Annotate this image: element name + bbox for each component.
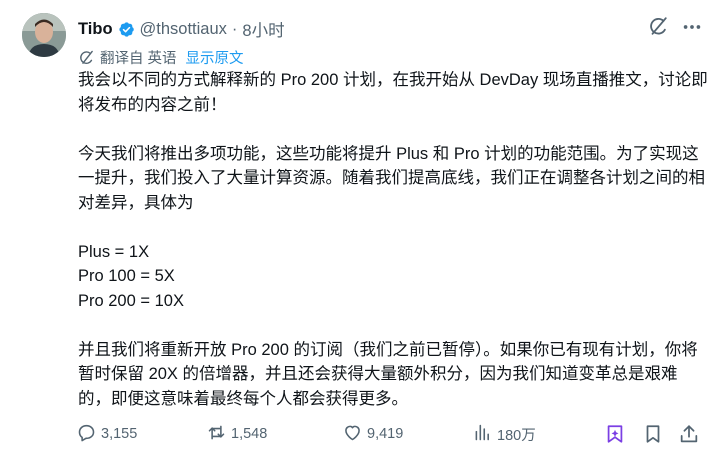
like-button[interactable]: 9,419 — [342, 421, 403, 447]
separator-dot: · — [231, 19, 238, 38]
translated-from-label: 翻译自 英语 — [100, 51, 177, 67]
list-item-plus: Plus = 1X — [78, 242, 150, 261]
list-item-pro-200: Pro 200 = 10X — [78, 291, 184, 310]
reply-count: 3,155 — [101, 426, 138, 442]
tweet-header: Tibo @thsottiaux · 8小时 — [78, 17, 285, 41]
translate-icon — [78, 49, 95, 66]
post-time[interactable]: 8小时 — [242, 17, 284, 41]
like-count: 9,419 — [367, 426, 404, 442]
repost-button[interactable]: 1,548 — [206, 421, 267, 447]
action-bar: 3,155 1,548 9,419 180万 — [76, 421, 706, 447]
views-count: 180万 — [497, 427, 536, 444]
translation-notice: 翻译自 英语 显示原文 — [78, 47, 244, 68]
author-name[interactable]: Tibo — [78, 20, 113, 39]
tweet-text: 我会以不同的方式解释新的 Pro 200 计划，在我开始从 DevDay 现场直… — [78, 68, 708, 411]
paragraph-reopen: 并且我们将重新开放 Pro 200 的订阅（我们之前已暂停）。如果你已有现有计划… — [78, 340, 698, 408]
reply-button[interactable]: 3,155 — [76, 421, 137, 447]
repost-count: 1,548 — [231, 426, 268, 442]
show-original-link[interactable]: 显示原文 — [186, 47, 244, 68]
reply-icon — [76, 422, 97, 447]
share-icon[interactable] — [678, 423, 700, 445]
author-handle[interactable]: @thsottiaux — [140, 20, 227, 39]
verified-badge-icon — [118, 21, 135, 38]
paragraph-intro: 我会以不同的方式解释新的 Pro 200 计划，在我开始从 DevDay 现场直… — [78, 71, 708, 114]
views-button[interactable]: 180万 — [472, 421, 536, 447]
more-icon[interactable] — [681, 16, 703, 38]
list-item-pro-100: Pro 100 = 5X — [78, 267, 175, 285]
views-icon — [472, 422, 493, 447]
repost-icon — [206, 422, 227, 447]
grok-action-icon[interactable] — [604, 423, 626, 445]
paragraph-features: 今天我们将推出多项功能，这些功能将提升 Plus 和 Pro 计划的功能范围。为… — [78, 144, 705, 212]
heart-icon — [342, 422, 363, 447]
bookmark-icon[interactable] — [642, 423, 664, 445]
avatar-image — [22, 13, 66, 57]
avatar[interactable] — [22, 13, 66, 57]
tweet: Tibo @thsottiaux · 8小时 翻译自 英语 显示原文 我会以不同… — [0, 0, 720, 460]
grok-icon[interactable] — [647, 15, 669, 37]
